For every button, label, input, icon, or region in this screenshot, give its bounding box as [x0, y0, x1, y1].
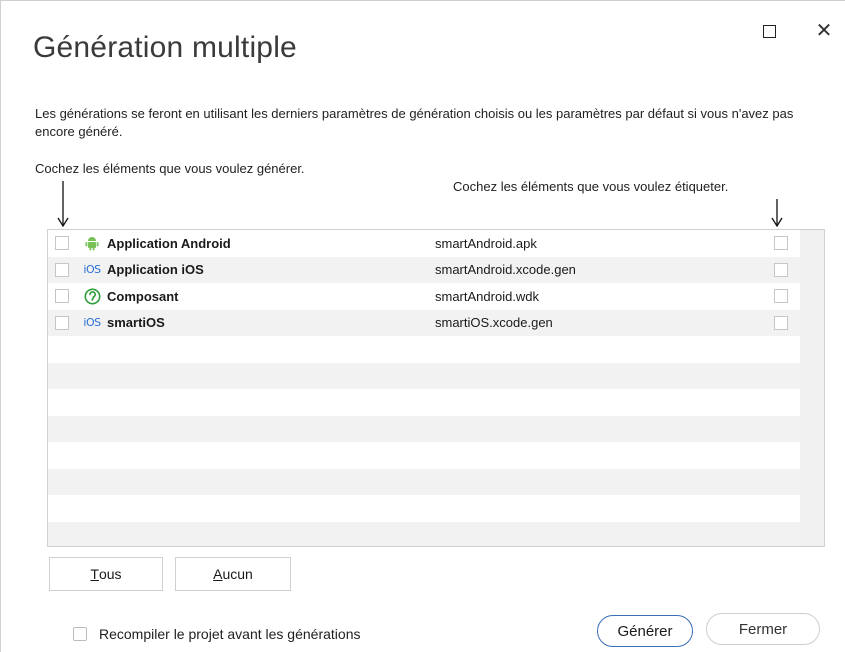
- maximize-button[interactable]: [757, 19, 781, 43]
- dialog-title: Génération multiple: [33, 31, 297, 64]
- empty-row: [48, 495, 800, 522]
- list-item[interactable]: iOS smartiOS smartiOS.xcode.gen: [48, 309, 800, 336]
- item-file: smartAndroid.wdk: [435, 288, 540, 304]
- item-file: smartAndroid.xcode.gen: [435, 262, 576, 278]
- android-icon: [83, 234, 101, 252]
- tag-checkbox[interactable]: [774, 315, 788, 330]
- tag-checkbox[interactable]: [774, 289, 788, 303]
- select-all-button[interactable]: Tous: [49, 557, 163, 591]
- arrow-down-icon: [57, 181, 69, 227]
- maximize-icon: [762, 24, 776, 38]
- scrollbar[interactable]: [800, 230, 824, 546]
- description-text: Les générations se feront en utilisant l…: [35, 106, 794, 139]
- generate-checkbox[interactable]: [55, 289, 69, 304]
- list-item[interactable]: Application Android smartAndroid.apk: [48, 230, 800, 257]
- item-name: Application Android: [107, 235, 231, 251]
- tag-checkbox[interactable]: [774, 236, 788, 250]
- ios-icon: iOS: [83, 316, 101, 330]
- tag-checkbox[interactable]: [774, 262, 788, 277]
- empty-row: [48, 442, 800, 469]
- generate-checkbox[interactable]: [55, 315, 69, 330]
- arrow-down-icon: [771, 199, 783, 227]
- generate-checkbox[interactable]: [55, 262, 69, 277]
- item-name: smartiOS: [107, 315, 165, 331]
- hint-tag: Cochez les éléments que vous voulez étiq…: [453, 179, 729, 194]
- generation-list[interactable]: Application Android smartAndroid.apk iOS…: [47, 229, 825, 547]
- select-all-mnemonic: T: [90, 566, 99, 582]
- hint-generate: Cochez les éléments que vous voulez géné…: [35, 161, 305, 176]
- dialog-window: Génération multiple ✕ Les générations se…: [0, 0, 845, 652]
- item-file: smartAndroid.apk: [435, 235, 537, 251]
- select-all-label: ous: [98, 566, 122, 582]
- close-dialog-button[interactable]: Fermer: [706, 613, 820, 645]
- select-none-mnemonic: A: [213, 566, 223, 582]
- list-item[interactable]: Composant smartAndroid.wdk: [48, 283, 800, 310]
- item-name: Composant: [107, 288, 179, 304]
- component-icon: [83, 287, 101, 305]
- empty-row: [48, 362, 800, 389]
- item-name: Application iOS: [107, 262, 204, 278]
- generate-checkbox[interactable]: [55, 236, 69, 251]
- select-none-label: ucun: [222, 566, 253, 582]
- list-item[interactable]: iOS Application iOS smartAndroid.xcode.g…: [48, 256, 800, 283]
- empty-row: [48, 468, 800, 495]
- item-file: smartiOS.xcode.gen: [435, 315, 553, 331]
- recompile-checkbox[interactable]: [73, 627, 87, 641]
- ios-icon: iOS: [83, 263, 101, 277]
- close-icon: ✕: [815, 20, 833, 42]
- select-none-button[interactable]: Aucun: [175, 557, 291, 591]
- empty-row: [48, 389, 800, 416]
- empty-row: [48, 521, 800, 546]
- close-button[interactable]: ✕: [812, 19, 836, 43]
- empty-row: [48, 415, 800, 442]
- generate-button[interactable]: Générer: [597, 615, 693, 647]
- recompile-label[interactable]: Recompiler le projet avant les génératio…: [99, 626, 360, 642]
- empty-row: [48, 336, 800, 363]
